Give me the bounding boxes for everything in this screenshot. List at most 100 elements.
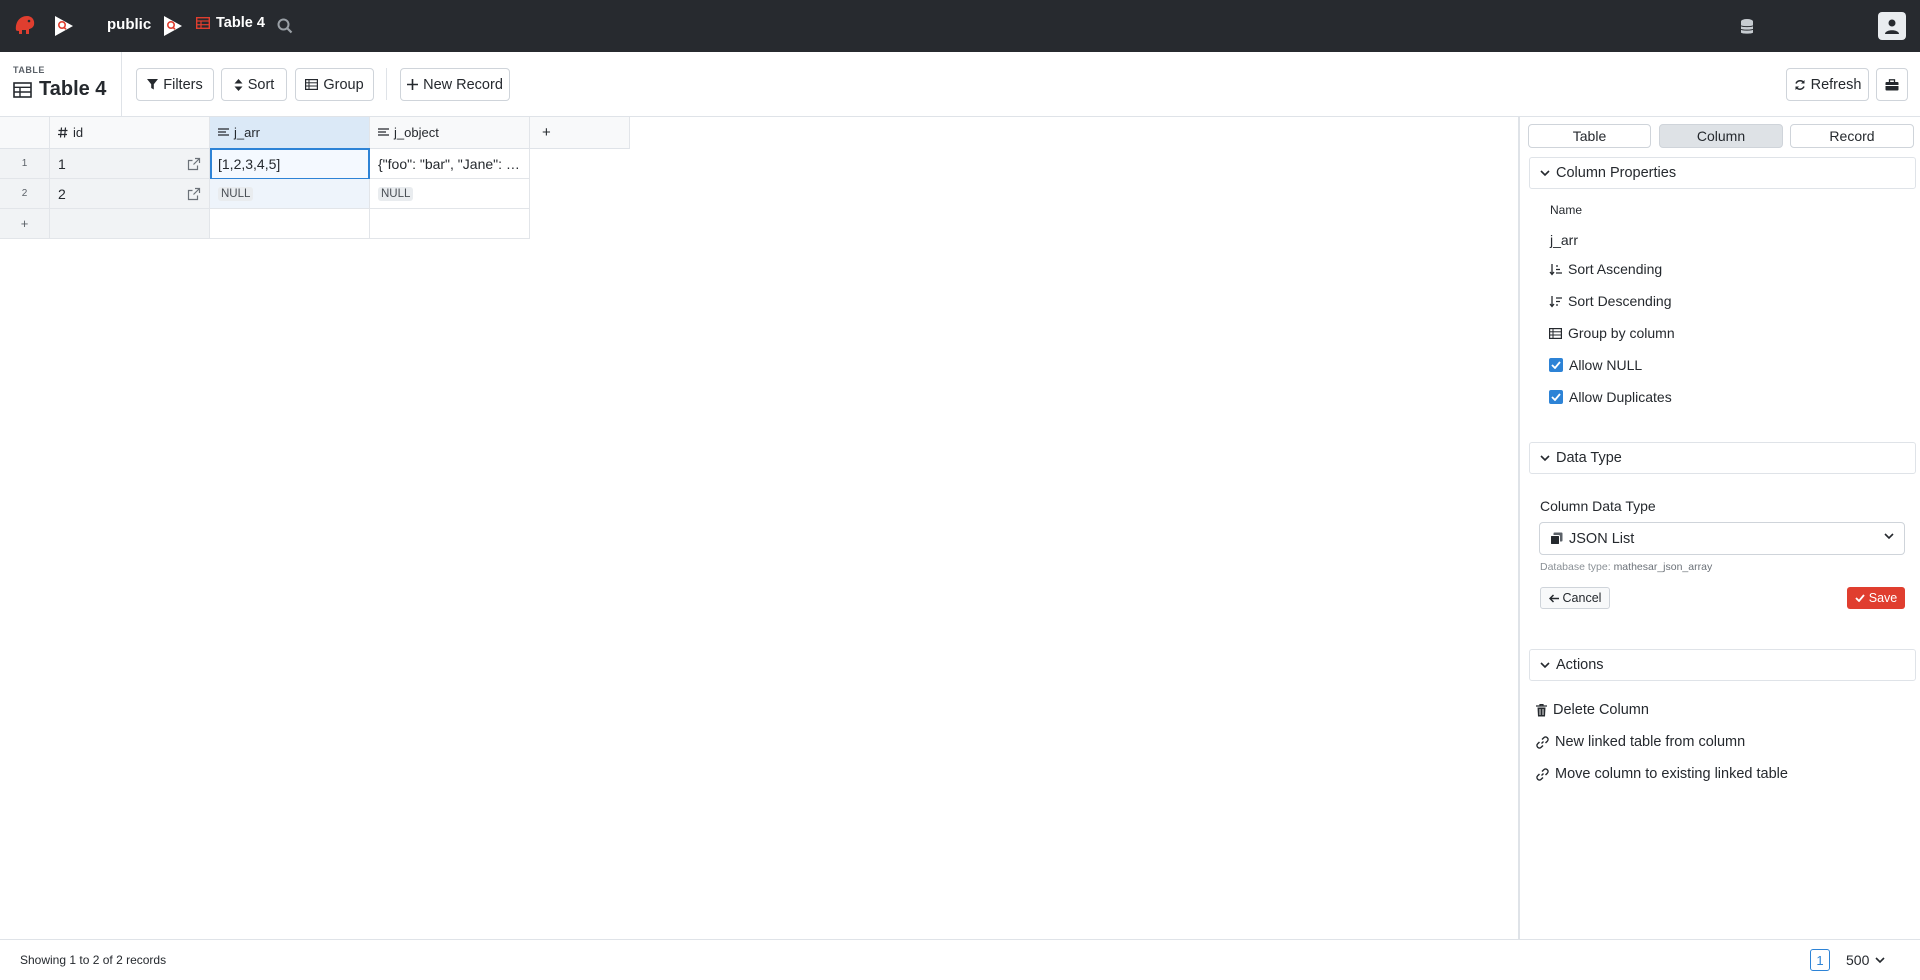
add-row-cell[interactable] <box>50 209 210 239</box>
column-header-id[interactable]: id <box>50 117 210 149</box>
refresh-label: Refresh <box>1810 76 1862 93</box>
checkbox-checked-icon[interactable] <box>1549 358 1563 372</box>
sort-button[interactable]: Sort <box>221 68 287 101</box>
filters-button[interactable]: Filters <box>136 68 214 101</box>
text-lines-icon <box>218 127 229 136</box>
mathesar-logo-icon[interactable] <box>12 12 38 38</box>
page-size-value: 500 <box>1846 952 1870 968</box>
column-header-j-object[interactable]: j_object <box>370 117 530 149</box>
inspector-toggle-button[interactable] <box>1876 68 1908 101</box>
column-header-label: j_object <box>394 125 439 140</box>
table-icon <box>196 17 210 29</box>
section-title: Column Properties <box>1556 165 1677 181</box>
page-button[interactable]: 1 <box>1810 949 1830 971</box>
group-icon <box>305 79 319 90</box>
column-name-field[interactable]: j_arr <box>1550 232 1578 248</box>
table-cell-j-object[interactable]: NULL <box>370 179 530 209</box>
move-column-button[interactable]: Move column to existing linked table <box>1536 766 1788 782</box>
save-button[interactable]: Save <box>1847 587 1905 609</box>
breadcrumb-table-label: Table 4 <box>216 15 265 31</box>
allow-duplicates-checkbox[interactable]: Allow Duplicates <box>1549 389 1672 405</box>
page-title-label: Table 4 <box>39 78 107 100</box>
user-menu-button[interactable] <box>1878 12 1906 40</box>
page-title: Table 4 <box>13 78 106 101</box>
trash-icon <box>1536 703 1547 716</box>
chevron-down-icon <box>1884 533 1894 540</box>
database-icon[interactable] <box>1737 17 1757 37</box>
column-header-label: j_arr <box>234 125 261 140</box>
row-number[interactable]: 2 <box>0 179 50 209</box>
cancel-label: Cancel <box>1562 591 1602 605</box>
check-icon <box>1855 594 1865 602</box>
move-column-label: Move column to existing linked table <box>1555 766 1788 782</box>
data-type-select[interactable]: JSON List <box>1539 522 1905 555</box>
table-icon <box>13 81 32 98</box>
group-by-column-button[interactable]: Group by column <box>1549 325 1675 341</box>
add-row-cell[interactable] <box>210 209 370 239</box>
new-linked-table-button[interactable]: New linked table from column <box>1536 734 1745 750</box>
table-kicker: TABLE <box>13 65 45 75</box>
search-icon[interactable] <box>276 17 294 35</box>
column-data-type-label: Column Data Type <box>1540 498 1656 514</box>
sort-icon <box>234 78 243 91</box>
data-type-value: JSON List <box>1569 530 1635 547</box>
cell-value: 2 <box>58 185 66 202</box>
breadcrumb-table-arrow-icon[interactable] <box>161 14 185 38</box>
table-cell-id[interactable]: 2 <box>50 179 210 209</box>
toolbar-separator <box>386 68 387 100</box>
breadcrumb-table[interactable]: Table 4 <box>196 15 265 31</box>
group-icon <box>1549 327 1562 339</box>
row-number-header <box>0 117 50 149</box>
allow-null-label: Allow NULL <box>1569 357 1643 373</box>
allow-null-checkbox[interactable]: Allow NULL <box>1549 357 1642 373</box>
actions-section-header[interactable]: Actions <box>1529 649 1916 681</box>
sort-descending-button[interactable]: Sort Descending <box>1549 293 1672 309</box>
breadcrumb-schema[interactable]: public <box>107 16 151 33</box>
chevron-down-icon <box>1540 169 1550 176</box>
table-cell-j-arr[interactable]: NULL <box>210 179 370 209</box>
link-icon <box>1536 767 1549 781</box>
tab-record[interactable]: Record <box>1790 124 1914 148</box>
row-number[interactable]: 1 <box>0 149 50 179</box>
checkbox-checked-icon[interactable] <box>1549 390 1563 404</box>
delete-column-label: Delete Column <box>1553 702 1649 718</box>
inspector-panel: Table Column Record Column Properties Na… <box>1518 117 1920 939</box>
table-cell-j-arr[interactable]: [1,2,3,4,5] <box>210 148 370 180</box>
hash-icon <box>58 127 68 138</box>
tab-table[interactable]: Table <box>1528 124 1651 148</box>
add-row-cell[interactable] <box>370 209 530 239</box>
table-cell-id[interactable]: 1 <box>50 149 210 179</box>
cancel-button[interactable]: Cancel <box>1540 587 1610 609</box>
delete-column-button[interactable]: Delete Column <box>1536 702 1649 718</box>
add-column-button[interactable]: + <box>530 117 630 149</box>
chevron-down-icon <box>1540 661 1550 668</box>
open-record-icon[interactable] <box>187 157 201 171</box>
data-grid: id j_arr j_object + 1 1 [1,2,3,4,5] {"fo… <box>0 117 1518 939</box>
database-type-hint: Database type: mathesar_json_array <box>1540 561 1712 573</box>
user-icon <box>1885 19 1899 34</box>
plus-icon <box>407 79 419 90</box>
sort-ascending-button[interactable]: Sort Ascending <box>1549 261 1662 277</box>
table-header: TABLE Table 4 Filters Sort Group New Rec… <box>0 52 1920 117</box>
table-cell-j-object[interactable]: {"foo": "bar", "Jane": … <box>370 149 530 179</box>
refresh-icon <box>1794 79 1805 90</box>
filters-label: Filters <box>163 76 203 93</box>
add-row-button[interactable]: + <box>0 209 50 239</box>
tab-column[interactable]: Column <box>1659 124 1783 148</box>
null-badge: NULL <box>378 186 414 201</box>
page-size-select[interactable]: 500 <box>1846 952 1885 968</box>
sort-ascending-icon <box>1549 263 1562 276</box>
new-record-button[interactable]: New Record <box>400 68 510 101</box>
sort-ascending-label: Sort Ascending <box>1568 261 1663 277</box>
new-linked-table-label: New linked table from column <box>1555 734 1746 750</box>
column-properties-section-header[interactable]: Column Properties <box>1529 157 1916 189</box>
column-header-j-arr[interactable]: j_arr <box>210 117 370 149</box>
data-type-section-header[interactable]: Data Type <box>1529 442 1916 474</box>
open-record-icon[interactable] <box>187 187 201 201</box>
database-type-prefix: Database type: <box>1540 561 1611 573</box>
group-button[interactable]: Group <box>295 68 374 101</box>
cell-value: [1,2,3,4,5] <box>218 156 281 172</box>
breadcrumb-schema-icon[interactable] <box>52 14 76 38</box>
database-type-value: mathesar_json_array <box>1613 561 1713 573</box>
refresh-button[interactable]: Refresh <box>1786 68 1869 101</box>
